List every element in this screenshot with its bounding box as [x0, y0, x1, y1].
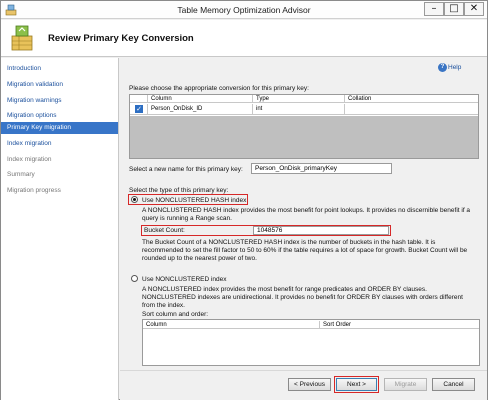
grid-header-select: [130, 95, 148, 103]
sort-header-order: Sort Order: [320, 321, 479, 329]
cell-collation[interactable]: [345, 104, 478, 115]
window-title: Table Memory Optimization Advisor: [177, 5, 311, 15]
previous-button[interactable]: < Previous: [288, 378, 331, 391]
sidebar-item-primary-key-migration[interactable]: Primary Key migration: [1, 122, 118, 134]
maximize-button[interactable]: □: [444, 2, 464, 16]
main-panel: ? Help Please choose the appropriate con…: [120, 58, 487, 400]
hash-index-label[interactable]: Use NONCLUSTERED HASH index: [142, 197, 246, 204]
cancel-button[interactable]: Cancel: [432, 378, 475, 391]
nonclustered-index-radio[interactable]: [131, 275, 138, 282]
next-button[interactable]: Next >: [336, 378, 377, 391]
title-bar: Table Memory Optimization Advisor – □ ✕: [1, 1, 487, 19]
hash-description: A NONCLUSTERED HASH index provides the m…: [142, 207, 471, 222]
sidebar-item-migration-warnings[interactable]: Migration warnings: [1, 95, 118, 107]
grid-empty-area: [130, 116, 478, 158]
nonclustered-index-label[interactable]: Use NONCLUSTERED index: [142, 276, 227, 283]
cell-column[interactable]: Person_OnDisk_ID: [148, 104, 253, 115]
grid-header-type: Type: [253, 95, 345, 103]
page-title: Review Primary Key Conversion: [48, 33, 194, 44]
sidebar-item-migration-validation[interactable]: Migration validation: [1, 79, 118, 91]
close-button[interactable]: ✕: [464, 2, 484, 16]
bucket-description: The Bucket Count of a NONCLUSTERED HASH …: [142, 239, 468, 262]
row-checkbox[interactable]: ✓: [135, 105, 143, 113]
name-label: Select a new name for this primary key:: [129, 166, 243, 173]
sort-columns-grid: Column Sort Order: [142, 319, 480, 366]
footer-divider: [120, 370, 487, 371]
type-label: Select the type of this primary key:: [129, 187, 229, 194]
help-link[interactable]: Help: [448, 64, 461, 71]
table-advisor-icon: [11, 25, 33, 51]
minimize-button[interactable]: –: [424, 2, 444, 16]
pk-name-input[interactable]: Person_OnDisk_primaryKey: [251, 163, 392, 174]
pk-prompt: Please choose the appropriate conversion…: [129, 85, 309, 92]
migrate-button[interactable]: Migrate: [384, 378, 427, 391]
advisor-window: Table Memory Optimization Advisor – □ ✕ …: [0, 0, 488, 400]
sort-label: Sort column and order:: [142, 311, 209, 318]
sidebar-item-migration-options[interactable]: Migration options: [1, 110, 118, 122]
sidebar-item-index-migration[interactable]: Index migration: [1, 138, 118, 150]
grid-header-column: Column: [148, 95, 253, 103]
grid-header-collation: Collation: [345, 95, 478, 103]
help-icon[interactable]: ?: [438, 63, 447, 72]
sidebar-item-index-migration-2: Index migration: [7, 156, 52, 163]
sidebar-item-migration-progress: Migration progress: [7, 187, 61, 194]
sidebar: Introduction Migration validation Migrat…: [1, 58, 119, 400]
page-header: Review Primary Key Conversion: [1, 20, 487, 57]
pk-columns-grid: Column Type Collation ✓ Person_OnDisk_ID…: [129, 94, 479, 159]
sidebar-item-introduction[interactable]: Introduction: [1, 63, 118, 75]
bucket-count-input[interactable]: 1048576: [253, 226, 389, 235]
nonclustered-description: A NONCLUSTERED index provides the most b…: [142, 286, 463, 309]
bucket-count-label: Bucket Count:: [144, 227, 185, 234]
table-row: ✓: [130, 104, 148, 115]
cell-type[interactable]: int: [253, 104, 345, 115]
sort-header-column: Column: [143, 321, 320, 329]
hash-index-radio[interactable]: [131, 196, 138, 203]
sidebar-item-summary: Summary: [7, 171, 35, 178]
